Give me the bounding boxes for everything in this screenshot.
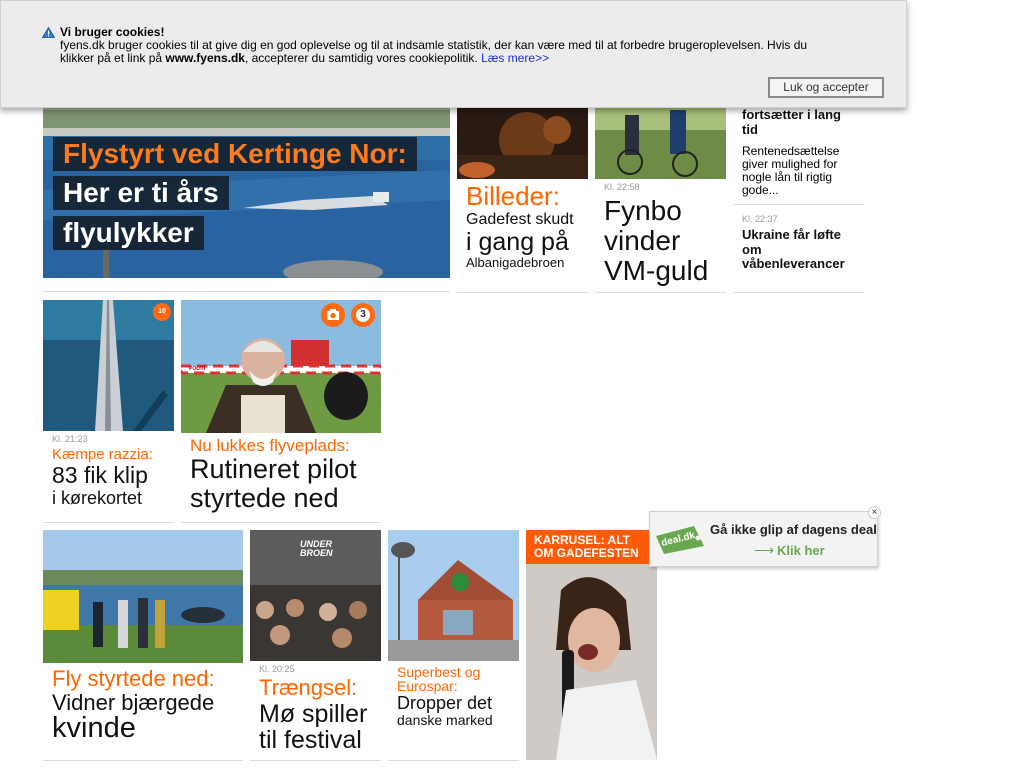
gadefest-photo [457, 100, 588, 179]
razzia-kicker: Kæmpe razzia: [52, 446, 153, 463]
pilot-kicker: Nu lukkes flyveplads: [190, 436, 350, 455]
ukraine-headline-1: Ukraine får løfte [742, 227, 841, 242]
deal-title: Gå ikke glip af dagens deal [710, 522, 877, 537]
camera-icon [321, 303, 345, 327]
vidner-line2: kvinde [52, 712, 136, 744]
divider [43, 522, 174, 523]
hero-article[interactable]: Flystyrt ved Kertinge Nor: Her er ti års… [43, 100, 450, 278]
article-pilot[interactable]: POLITI 3 Nu lukkes flyveplads: Rutineret… [181, 300, 381, 522]
divider [595, 292, 726, 293]
photo-count: 3 [356, 308, 370, 322]
article-moe[interactable]: UNDER BROEN Kl. 20:25 Trængsel: Mø spill… [250, 530, 381, 760]
article-rente[interactable]: fortsætter i lang tid Rentenedsættelse g… [733, 100, 864, 204]
cookie-banner: Vi bruger cookies! fyens.dk bruger cooki… [0, 0, 907, 108]
deal-ad[interactable]: deal.dk Gå ikke glip af dagens deal ⟶ Kl… [649, 506, 881, 567]
warning-icon [42, 27, 55, 38]
cookie-text-post: , accepterer du samtidig vores cookiepol… [244, 51, 482, 65]
billeder-line2: i gang på [466, 228, 569, 256]
hero-headline-line1: Her er ti års [53, 176, 229, 210]
cookie-title: Vi bruger cookies! [60, 25, 165, 39]
razzia-time: Kl. 21:23 [52, 434, 88, 444]
karrusel-label: KARRUSEL: ALT OM GADEFESTEN [526, 530, 657, 564]
divider [388, 760, 519, 761]
cookie-text: fyens.dk bruger cookies til at give dig … [60, 39, 890, 65]
moe-time: Kl. 20:25 [259, 664, 295, 674]
article-superbest[interactable]: Superbest og Eurospar: Dropper det dansk… [388, 530, 519, 760]
billeder-line3: Albanigadebroen [466, 255, 565, 270]
pilot-line1: Rutineret pilot [190, 454, 357, 484]
moe-line1: Mø spiller [259, 700, 368, 728]
article-ukraine[interactable]: Kl. 22:37 Ukraine får løfte om våbenleve… [733, 206, 864, 292]
pilot-line2: styrtede ned [190, 483, 339, 513]
moe-kicker: Trængsel: [259, 675, 358, 700]
photo-count-badge: 10 [153, 303, 171, 321]
photo-count: 10 [158, 308, 166, 315]
article-billeder[interactable]: Billeder: Gadefest skudt i gang på Alban… [457, 100, 588, 292]
superbest-kicker-2: Eurospar: [397, 678, 458, 694]
cookie-text-pre: klikker på et link på [60, 51, 166, 65]
fynbo-headline-2: vinder [604, 225, 681, 256]
cyclists-photo [595, 100, 726, 179]
billeder-line1: Gadefest skudt [466, 211, 574, 228]
moe-line2: til festival [259, 726, 362, 754]
divider [457, 292, 588, 293]
bridge-photo [43, 300, 174, 431]
fynbo-time: Kl. 22:58 [604, 182, 640, 192]
festival-sign: UNDER BROEN [300, 539, 333, 558]
fynbo-headline-3: VM-guld [604, 255, 709, 286]
divider [733, 292, 864, 293]
billeder-kicker: Billeder: [466, 181, 560, 211]
divider [733, 204, 864, 205]
article-fynbo[interactable]: Kl. 22:58 Fynbo vinder VM-guld [595, 100, 726, 292]
police-tape: POLITI [189, 366, 206, 372]
supermarket-photo [388, 530, 519, 661]
rescue-photo [43, 530, 243, 663]
article-karrusel[interactable]: KARRUSEL: ALT OM GADEFESTEN [526, 530, 657, 760]
close-icon[interactable]: × [868, 506, 881, 519]
ukraine-time: Kl. 22:37 [742, 214, 778, 224]
deal-cta[interactable]: Klik her [777, 543, 825, 558]
ukraine-headline-3: våbenleverancer [742, 256, 845, 271]
rente-body-4: gode... [742, 183, 779, 197]
singer-photo [526, 530, 657, 760]
rente-headline-2: tid [742, 122, 758, 137]
pilot-photo [181, 300, 381, 433]
karrusel-label-2: OM GADEFESTEN [534, 546, 639, 560]
razzia-line2: i kørekortet [52, 488, 143, 508]
divider [181, 522, 381, 523]
divider [43, 291, 450, 292]
accept-cookies-button[interactable]: Luk og accepter [768, 77, 884, 98]
razzia-line1: 83 fik klip [52, 462, 148, 488]
divider [43, 760, 243, 761]
site-name: www.fyens.dk [165, 51, 245, 65]
read-more-link[interactable]: Læs mere>> [481, 51, 549, 65]
ukraine-headline-2: om [742, 242, 762, 257]
superbest-line1: Dropper det [397, 693, 493, 713]
hero-headline-line2: flyulykker [53, 216, 204, 250]
vidner-kicker: Fly styrtede ned: [52, 666, 215, 691]
photo-count-badge: 3 [351, 303, 375, 327]
article-razzia[interactable]: 10 Kl. 21:23 Kæmpe razzia: 83 fik klip i… [43, 300, 174, 522]
hero-kicker: Flystyrt ved Kertinge Nor: [53, 137, 417, 171]
article-vidner[interactable]: Fly styrtede ned: Vidner bjærgede kvinde [43, 530, 243, 760]
fynbo-headline-1: Fynbo [604, 195, 682, 226]
divider [250, 760, 381, 761]
superbest-line2: danske marked [397, 712, 493, 728]
rente-headline-1: fortsætter i lang [742, 107, 841, 122]
cookie-text-line2: klikker på et link på www.fyens.dk, acce… [60, 52, 890, 65]
vidner-line1: Vidner bjærgede [52, 690, 215, 715]
arrow-right-icon: ⟶ [754, 542, 775, 558]
